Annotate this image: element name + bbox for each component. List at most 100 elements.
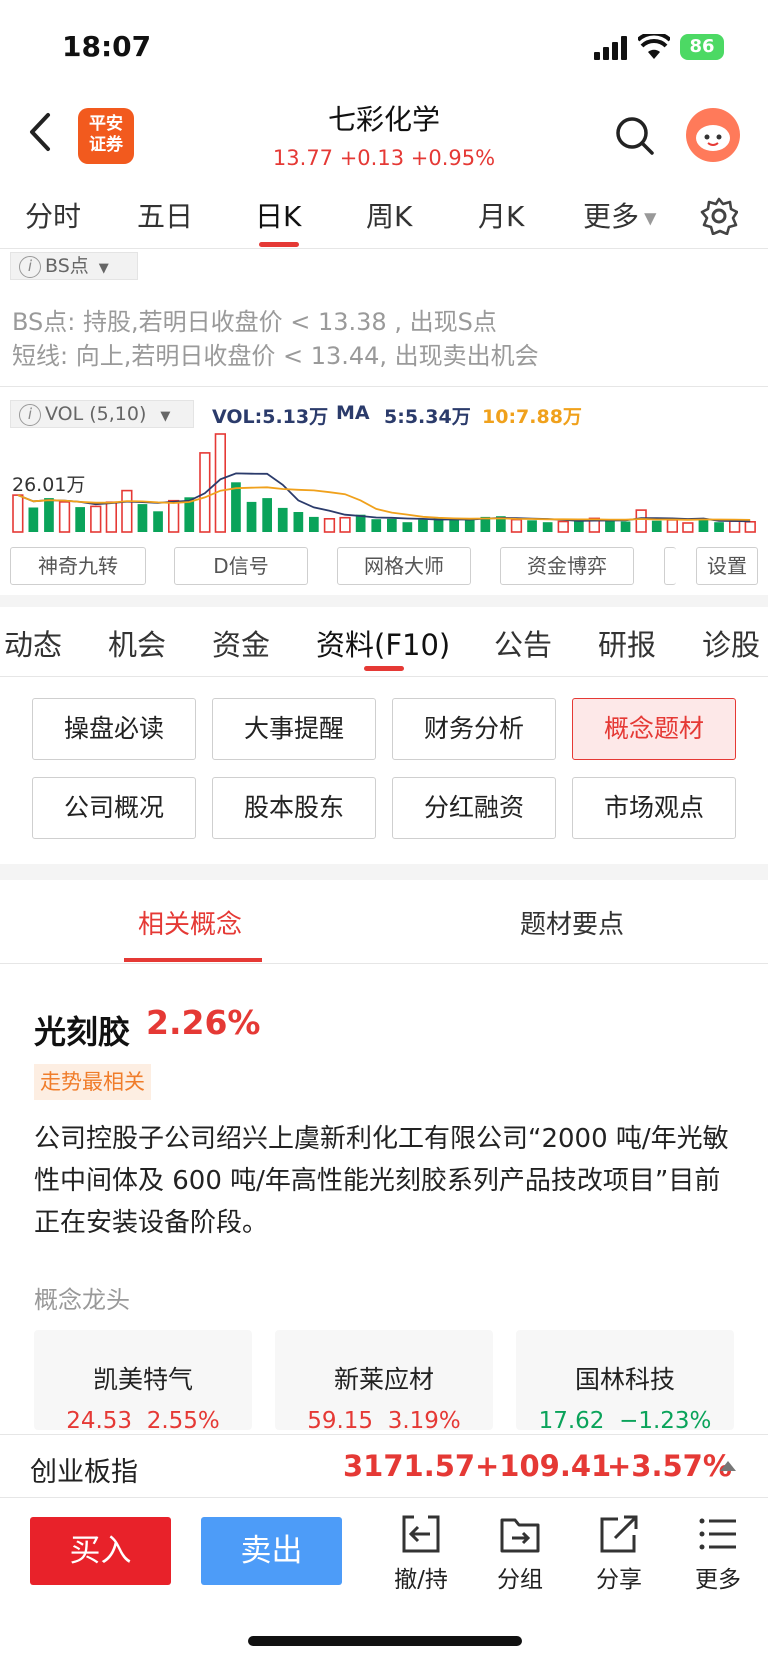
leader-price: 59.15: [307, 1408, 374, 1434]
divider: [0, 963, 768, 964]
vol-indicator-selector[interactable]: i VOL (5,10) ▼: [10, 400, 194, 428]
tab-diagnosis[interactable]: 诊股: [702, 622, 760, 664]
volume-bar: [557, 520, 569, 533]
caret-down-icon: ▼: [639, 208, 657, 228]
btn-trading-guide[interactable]: 操盘必读: [32, 698, 196, 760]
volume-bar: [651, 520, 662, 532]
status-time: 18:07: [62, 30, 152, 63]
tab-opportunity[interactable]: 机会: [108, 622, 166, 664]
btn-financial-analysis[interactable]: 财务分析: [392, 698, 556, 760]
cancel-hold-button[interactable]: 撤/持: [381, 1514, 461, 1594]
leader-quote: 59.15 3.19%: [275, 1408, 493, 1434]
tool-d-signal[interactable]: D信号: [174, 547, 308, 585]
tab-five-day[interactable]: 五日: [137, 195, 193, 235]
tool-settings[interactable]: 设置: [696, 547, 758, 585]
leader-card[interactable]: 国林科技 17.62 −1.23%: [516, 1330, 734, 1434]
share-label: 分享: [596, 1567, 642, 1593]
volume-bar: [682, 522, 694, 533]
assistant-avatar[interactable]: [686, 108, 740, 162]
tab-weekly-k[interactable]: 周K: [366, 195, 412, 235]
volume-bar: [635, 509, 647, 533]
leader-change: 3.19%: [387, 1408, 461, 1434]
signal-icon: [594, 36, 627, 60]
tab-announcements[interactable]: 公告: [494, 622, 552, 664]
ma10-value: 10:7.88万: [482, 406, 582, 428]
more-label: 更多: [695, 1567, 741, 1593]
settings-gear-icon[interactable]: [700, 197, 738, 235]
volume-bar: [246, 501, 257, 532]
volume-bar: [28, 507, 39, 532]
buy-button[interactable]: 买入: [30, 1517, 171, 1585]
tab-related-concepts[interactable]: 相关概念: [138, 904, 242, 941]
tab-monthly-k[interactable]: 月K: [478, 195, 524, 235]
tool-grid-master[interactable]: 网格大师: [337, 547, 471, 585]
concept-name[interactable]: 光刻胶: [34, 1007, 130, 1053]
tool-magic-nine[interactable]: 神奇九转: [10, 547, 146, 585]
volume-bar: [418, 519, 428, 532]
leader-name: 国林科技: [574, 1365, 675, 1394]
concept-description: 公司控股子公司绍兴上虞新利化工有限公司“2000 吨/年光敏性中间体及 600 …: [34, 1124, 729, 1238]
leader-change: −1.23%: [619, 1408, 712, 1434]
tool-fund-game[interactable]: 资金博弈: [500, 547, 634, 585]
caret-down-icon: ▼: [98, 261, 109, 276]
volume-bar: [574, 520, 584, 532]
tab-research[interactable]: 研报: [598, 622, 656, 664]
volume-bar: [153, 511, 163, 532]
tab-daily-k[interactable]: 日K: [255, 195, 301, 235]
volume-bar: [137, 504, 148, 532]
group-button[interactable]: 分组: [480, 1514, 560, 1594]
btn-shareholders[interactable]: 股本股东: [212, 777, 376, 839]
volume-bar: [339, 516, 351, 533]
info-icon: i: [19, 403, 41, 426]
leader-price: 17.62: [538, 1408, 605, 1434]
tab-more-label: 更多: [583, 200, 640, 233]
btn-market-views[interactable]: 市场观点: [572, 777, 736, 839]
volume-bar: [44, 498, 54, 532]
divider: [0, 676, 768, 677]
more-button[interactable]: 更多: [678, 1514, 758, 1594]
volume-bar: [277, 507, 288, 532]
volume-bar: [75, 507, 85, 532]
btn-concepts[interactable]: 概念题材: [572, 698, 736, 760]
volume-bar: [12, 494, 24, 533]
tab-news[interactable]: 动态: [4, 622, 62, 664]
active-tab-indicator: [124, 958, 262, 962]
vol-value: VOL:5.13万: [212, 406, 329, 428]
volume-bar: [309, 516, 319, 532]
divider: [0, 386, 768, 387]
active-tab-indicator: [364, 666, 404, 671]
tab-funds[interactable]: 资金: [212, 622, 270, 664]
volume-bar: [542, 522, 553, 532]
leader-quote: 17.62 −1.23%: [516, 1408, 734, 1434]
group-label: 分组: [497, 1567, 543, 1593]
btn-dividends[interactable]: 分红融资: [392, 777, 556, 839]
tab-f10[interactable]: 资料(F10): [316, 622, 450, 664]
tab-intraday[interactable]: 分时: [25, 195, 81, 235]
share-button[interactable]: 分享: [579, 1514, 659, 1594]
leader-card[interactable]: 新莱应材 59.15 3.19%: [275, 1330, 493, 1434]
volume-bar: [744, 521, 756, 533]
concept-change: 2.26%: [146, 1003, 261, 1042]
caret-down-icon: ▼: [160, 409, 171, 424]
expand-up-icon[interactable]: [719, 1458, 737, 1472]
bs-indicator-selector[interactable]: i BS点 ▼: [10, 252, 138, 280]
volume-bar: [293, 512, 304, 532]
ma-label: MA: [336, 402, 370, 424]
cancel-hold-label: 撤/持: [394, 1567, 448, 1593]
leader-change: 2.55%: [146, 1408, 220, 1434]
search-icon[interactable]: [615, 116, 655, 156]
sell-button[interactable]: 卖出: [201, 1517, 342, 1585]
tool-partial[interactable]: [664, 547, 676, 585]
cancel-order-icon: [402, 1515, 440, 1553]
info-icon: i: [19, 255, 41, 278]
leader-name: 凯美特气: [92, 1365, 193, 1394]
volume-bar: [402, 522, 413, 532]
btn-events[interactable]: 大事提醒: [212, 698, 376, 760]
tab-more[interactable]: 更多 ▼: [583, 195, 656, 235]
tab-theme-points[interactable]: 题材要点: [520, 904, 624, 941]
leader-card[interactable]: 凯美特气 24.53 2.55%: [34, 1330, 252, 1434]
bs-signal-line: BS点: 持股,若明日收盘价 < 13.38 , 出现S点: [12, 308, 497, 336]
index-name: 创业板指: [30, 1457, 138, 1488]
btn-company-profile[interactable]: 公司概况: [32, 777, 196, 839]
home-indicator: [248, 1636, 522, 1646]
